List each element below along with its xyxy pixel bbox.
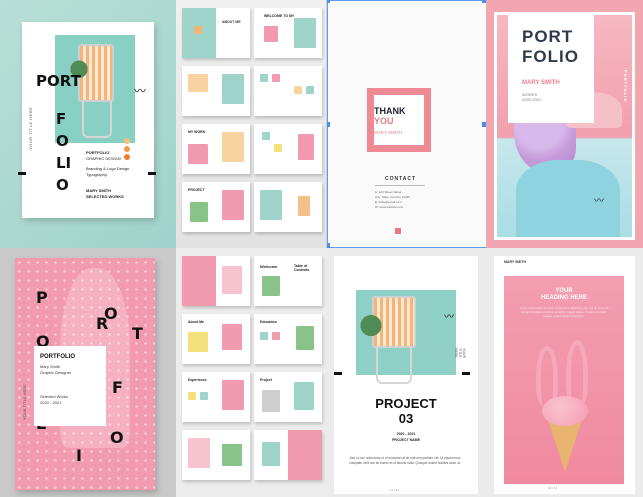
lorem-text: Lorem ipsum dolor sit amet, consectetur … — [519, 306, 609, 318]
chair-legs — [376, 346, 412, 384]
orange-dot-1 — [124, 138, 130, 144]
spread-label: PROJECT — [188, 188, 205, 192]
side-title: YOUR TITLE HERE — [28, 106, 33, 150]
letter: I — [76, 446, 82, 465]
right-tick-mark — [148, 172, 156, 175]
spread-3 — [182, 66, 250, 116]
icecream-page-preview: MARY SMITH YOUR HEADING HERE Lorem ipsum… — [486, 248, 643, 497]
spread-2: WELCOME TO MY — [254, 8, 322, 58]
thank-you-name: MARY SMITH — [374, 130, 403, 135]
contact-line-2: City, State, Country 12345 — [375, 195, 410, 199]
thank-text: THANK — [374, 106, 406, 116]
contact-line-3: E: hello@email.com — [375, 200, 402, 204]
letter: F — [112, 378, 123, 397]
cover-name: MARY SMITH — [522, 80, 560, 86]
contact-line-1: A: 123 Street Name — [375, 190, 402, 194]
spread-7 — [182, 430, 250, 480]
works-years: 2020-2021 — [522, 97, 542, 102]
education-label: Education — [260, 320, 277, 324]
works-label: SELECTED WORKS — [86, 194, 124, 199]
pink-square-accent — [395, 228, 401, 234]
spread-label: ABOUT ME — [222, 20, 241, 24]
pineapple-plant-image — [360, 312, 382, 346]
letter: R — [96, 314, 109, 333]
title-folio: FOLIO — [522, 47, 579, 66]
spread-label: MY WORK — [188, 130, 206, 134]
title-folio: FOLIO — [56, 110, 72, 194]
you-text: YOU — [374, 116, 394, 126]
orange-dot-2 — [124, 146, 130, 152]
chair-legs — [82, 100, 112, 138]
teal-cover-preview: PORT FOLIO YOUR TITLE HERE PORTFOLIO GRA… — [0, 0, 176, 248]
services-line-2: Typography — [86, 172, 107, 177]
spreads-grid-bottom: Welcome Table of Contents About Me Educa… — [176, 248, 326, 497]
spread-3: About Me — [182, 314, 250, 364]
zigzag-icon: 〰 — [134, 84, 146, 98]
box-line-4: 2020 - 2021 — [40, 400, 62, 405]
box-line-2: Graphic Designer — [40, 370, 72, 375]
resize-handle[interactable] — [327, 122, 330, 127]
toc-label: Table of Contents — [294, 264, 310, 272]
thank-you-page[interactable]: THANK YOU MARY SMITH CONTACT A: 123 Stre… — [326, 0, 486, 248]
title-port: PORT — [36, 72, 81, 90]
page-author: MARY SMITH — [504, 260, 526, 264]
experience-label: Experience — [188, 378, 207, 382]
spread-1: ABOUT ME — [182, 8, 250, 58]
spread-2: Welcome Table of Contents — [254, 256, 322, 306]
project-name: PROJECT NAME — [392, 438, 420, 442]
spread-1 — [182, 256, 250, 306]
box-line-1: Mary Smith — [40, 364, 61, 369]
spread-4 — [254, 66, 322, 116]
spread-8 — [254, 182, 322, 232]
page-number: 14 / 16 — [390, 488, 400, 492]
left-tick-mark — [334, 372, 342, 375]
spread-6 — [254, 124, 322, 174]
vertical-label: PORTFOLIO — [623, 70, 628, 103]
side-title: YOUR TITLE HERE — [22, 384, 27, 420]
pink-cover-preview: PORT FOLIO MARY SMITH WORKS 2020-2021 PO… — [486, 0, 643, 248]
discipline: GRAPHIC DESIGN — [86, 156, 121, 161]
project-title: PROJECT — [375, 396, 437, 411]
box-title: PORTFOLIO — [40, 354, 75, 360]
resize-handle[interactable] — [327, 0, 330, 3]
project-years: 2020 - 2021 — [396, 432, 416, 436]
heading-line-1: YOUR — [555, 288, 573, 294]
letter: T — [132, 324, 143, 343]
spread-7: PROJECT — [182, 182, 250, 232]
spread-5: MY WORK — [182, 124, 250, 174]
project-label: Project — [260, 378, 272, 382]
dotted-cover-preview: P O R T F O L I O PORTFOLIO Mary Smith G… — [0, 248, 176, 497]
welcome-label: Welcome — [260, 264, 278, 269]
page-number: 15 / 16 — [548, 486, 558, 490]
zigzag-icon: 〰 — [444, 312, 454, 323]
about-label: About Me — [188, 320, 204, 324]
ice-cream-scoop — [542, 396, 588, 426]
vertical-title: YOUR TITLE HERE — [454, 348, 466, 359]
divider — [375, 185, 425, 186]
title-port: PORT — [522, 27, 574, 46]
letter: P — [36, 288, 48, 307]
spread-6: Project — [254, 372, 322, 422]
contact-line-4: W: www.website.com — [375, 205, 404, 209]
spread-8 — [254, 430, 322, 480]
project-body-text: Sed ut non nulla dolor ut et excepturi a… — [349, 456, 461, 465]
project-page-preview: 〰 PROJECT 03 2020 - 2021 PROJECT NAME Se… — [326, 248, 486, 497]
spread-label: WELCOME TO MY — [264, 14, 295, 18]
box-line-3: Selected Works — [40, 394, 68, 399]
spread-4: Education — [254, 314, 322, 364]
project-number: 03 — [398, 411, 414, 426]
left-tick-mark — [18, 172, 26, 175]
right-tick-mark — [462, 372, 470, 375]
contact-heading: CONTACT — [385, 176, 417, 182]
heading-line-2: HEADING HERE — [540, 295, 587, 301]
zigzag-icon: 〰 — [594, 196, 604, 207]
orange-dot-3 — [124, 154, 130, 160]
waffle-cone — [548, 420, 582, 472]
spreads-grid-top: ABOUT ME WELCOME TO MY MY WORK PROJECT — [176, 0, 326, 248]
spread-5: Experience — [182, 372, 250, 422]
letter: O — [110, 428, 124, 447]
